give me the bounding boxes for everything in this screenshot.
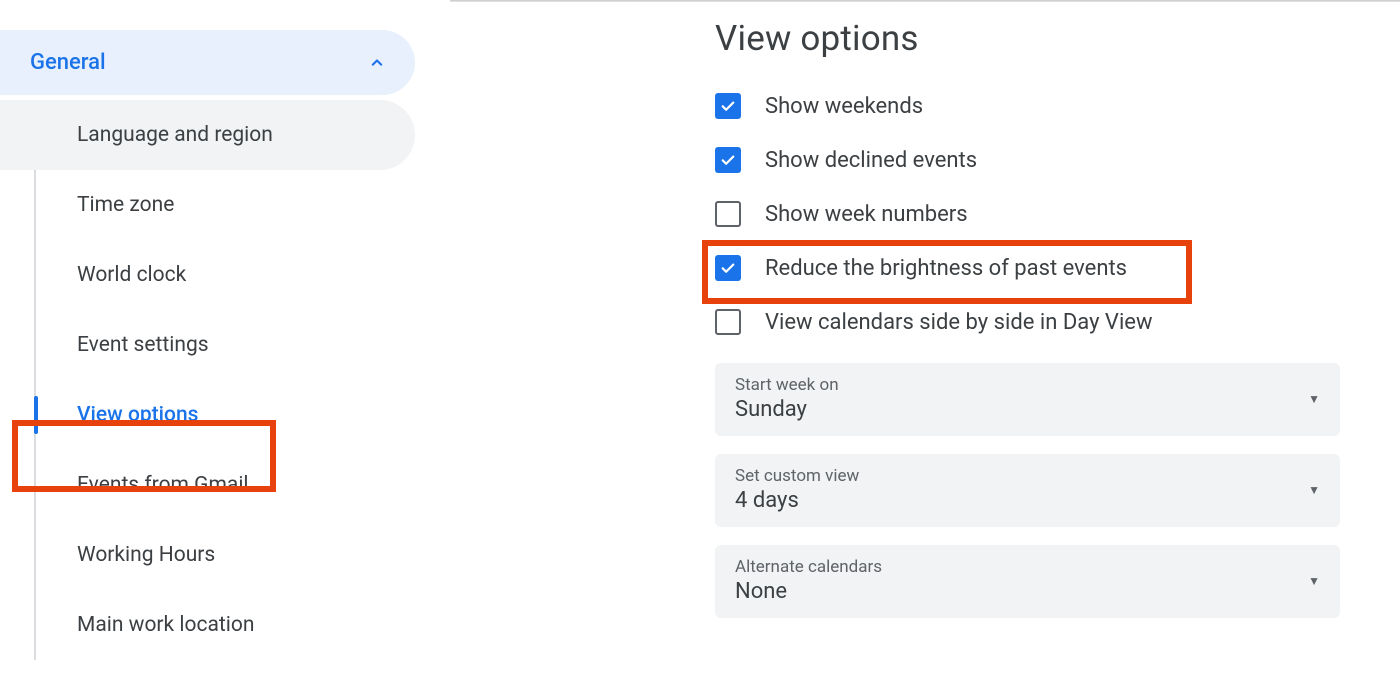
chevron-up-icon (367, 53, 387, 73)
nav-item-working-hours[interactable]: Working Hours (0, 520, 415, 590)
nav-item-label: World clock (77, 263, 186, 287)
select-label: Alternate calendars (735, 557, 882, 577)
nav-item-label: Events from Gmail (77, 473, 249, 497)
nav-item-label: View options (77, 403, 198, 427)
checkbox[interactable] (715, 201, 741, 227)
option-show-week-numbers[interactable]: Show week numbers (715, 201, 1345, 227)
settings-sidebar: General Language and region Time zone Wo… (0, 30, 415, 660)
option-label: Show declined events (765, 148, 977, 173)
nav-item-events-from-gmail[interactable]: Events from Gmail (0, 450, 415, 520)
nav-item-label: Event settings (77, 333, 209, 357)
checkbox[interactable] (715, 147, 741, 173)
nav-item-label: Main work location (77, 613, 254, 637)
dropdown-icon: ▼ (1308, 392, 1320, 406)
dropdown-icon: ▼ (1308, 574, 1320, 588)
option-label: View calendars side by side in Day View (765, 310, 1153, 335)
nav-section-label: General (30, 50, 106, 75)
nav-item-world-clock[interactable]: World clock (0, 240, 415, 310)
option-label: Reduce the brightness of past events (765, 256, 1127, 281)
dropdown-icon: ▼ (1308, 483, 1320, 497)
select-value: 4 days (735, 488, 859, 513)
option-show-weekends[interactable]: Show weekends (715, 93, 1345, 119)
nav-item-time-zone[interactable]: Time zone (0, 170, 415, 240)
nav-item-event-settings[interactable]: Event settings (0, 310, 415, 380)
nav-section-general[interactable]: General (0, 30, 415, 95)
nav-item-label: Working Hours (77, 543, 215, 567)
select-start-week-on[interactable]: Start week on Sunday ▼ (715, 363, 1340, 436)
nav-item-label: Time zone (77, 193, 174, 217)
select-group: Start week on Sunday ▼ Set custom view 4… (715, 363, 1345, 618)
select-set-custom-view[interactable]: Set custom view 4 days ▼ (715, 454, 1340, 527)
option-side-by-side-day-view[interactable]: View calendars side by side in Day View (715, 309, 1345, 335)
checkbox[interactable] (715, 93, 741, 119)
option-reduce-brightness-past-events[interactable]: Reduce the brightness of past events (715, 255, 1345, 281)
top-divider (450, 0, 1400, 2)
select-value: Sunday (735, 397, 839, 422)
checkbox[interactable] (715, 255, 741, 281)
nav-sublist: Language and region Time zone World cloc… (0, 100, 415, 660)
option-label: Show weekends (765, 94, 923, 119)
nav-item-label: Language and region (77, 123, 273, 147)
option-show-declined-events[interactable]: Show declined events (715, 147, 1345, 173)
checkbox[interactable] (715, 309, 741, 335)
active-indicator (34, 396, 38, 434)
section-title: View options (715, 18, 1345, 59)
select-label: Set custom view (735, 466, 859, 486)
nav-item-language-and-region[interactable]: Language and region (0, 100, 415, 170)
settings-panel: View options Show weekends Show declined… (715, 18, 1345, 636)
option-label: Show week numbers (765, 202, 968, 227)
nav-item-main-work-location[interactable]: Main work location (0, 590, 415, 660)
select-label: Start week on (735, 375, 839, 395)
nav-item-view-options[interactable]: View options (0, 380, 415, 450)
select-alternate-calendars[interactable]: Alternate calendars None ▼ (715, 545, 1340, 618)
select-value: None (735, 579, 882, 604)
